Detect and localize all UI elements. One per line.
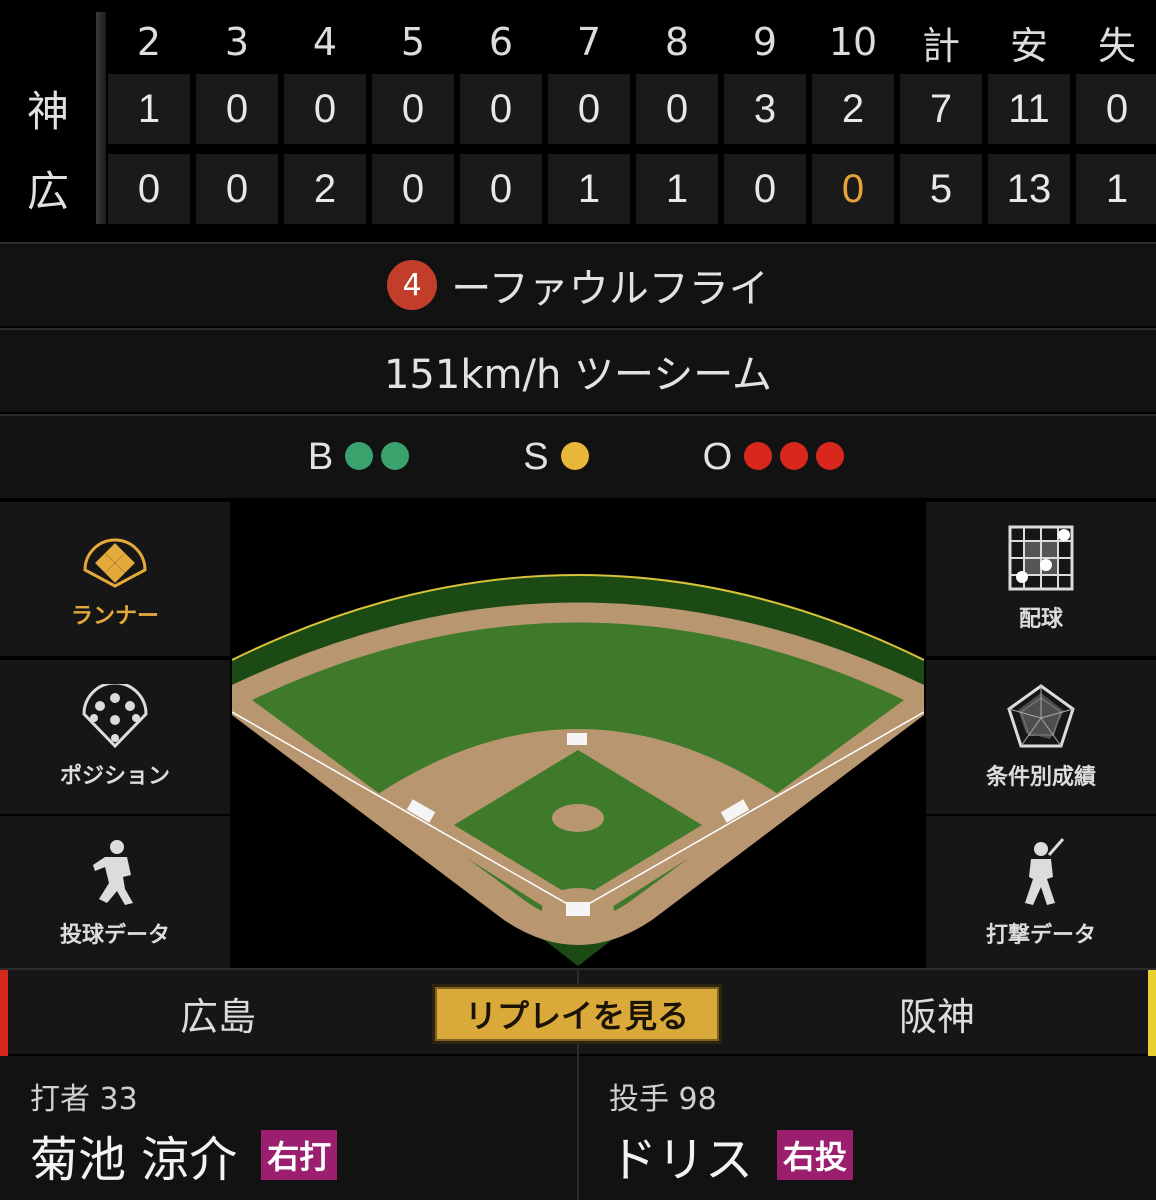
inning-header: 4 (312, 20, 338, 64)
score-cell: 0 (460, 154, 542, 224)
score-cell: 0 (372, 154, 454, 224)
score-cell: 0 (372, 74, 454, 144)
pitch-selection-button[interactable]: 配球 (926, 502, 1156, 656)
score-cell: 0 (724, 154, 806, 224)
score-cell: 1 (636, 154, 718, 224)
batter-name: 菊池 涼介 (30, 1132, 238, 1188)
inning-header: 3 (224, 20, 250, 64)
position-button[interactable]: ポジション (0, 660, 230, 814)
runner-diamond-icon (83, 538, 147, 588)
ball-count: B (308, 434, 413, 480)
inning-header: 6 (488, 20, 514, 64)
pitch-selection-label: 配球 (1018, 607, 1063, 632)
pitching-data-label: 投球データ (59, 923, 170, 948)
inning-header: 安 (1009, 23, 1048, 68)
situational-stats-label: 条件別成績 (985, 765, 1096, 790)
ball-label: B (307, 435, 334, 478)
pitcher-name: ドリス (609, 1132, 754, 1188)
player-info: 打者 33 菊池 涼介 右打 投手 98 ドリス 右投 (0, 1056, 1156, 1200)
score-cell: 5 (900, 154, 982, 224)
inning-header: 8 (664, 20, 690, 64)
score-cell: 0 (636, 74, 718, 144)
score-cell: 3 (724, 74, 806, 144)
score-cell: 0 (108, 154, 190, 224)
batter-icon (1025, 838, 1065, 905)
score-cell: 0 (460, 74, 542, 144)
ball-dot (345, 442, 374, 470)
inning-header: 失 (1097, 23, 1136, 68)
tab-hanshin[interactable]: 阪神 (726, 970, 1148, 1056)
score-cell: 0 (812, 154, 894, 224)
out-label: O (702, 435, 733, 478)
radar-chart-icon (1007, 684, 1075, 748)
pitcher-number: 投手 98 (609, 1082, 717, 1117)
score-cell: 0 (196, 74, 278, 144)
team-abbr-hanshin: 神 (26, 86, 69, 136)
inning-header: 7 (576, 20, 602, 64)
position-number-badge: 4 (387, 260, 438, 310)
baseball-field (231, 500, 925, 966)
batting-data-label: 打撃データ (985, 923, 1096, 948)
pitch-grid-icon (1008, 525, 1074, 591)
scoreboard-divider (96, 12, 106, 224)
score-cell: 13 (988, 154, 1070, 224)
score-cell: 0 (548, 74, 630, 144)
strike-count: S (523, 434, 592, 480)
score-cell: 0 (1076, 74, 1156, 144)
out-dot (816, 442, 845, 470)
batter-panel[interactable]: 打者 33 菊池 涼介 右打 (0, 1056, 577, 1200)
play-result-row: 4 ーファウルフライ (0, 242, 1156, 326)
batter-name-line: 菊池 涼介 右打 (30, 1120, 338, 1190)
inning-header: 9 (752, 20, 778, 64)
batter-number: 打者 33 (30, 1082, 138, 1117)
out-count: O (703, 434, 849, 480)
pitching-data-button[interactable]: 投球データ (0, 816, 230, 970)
pitcher-hand-badge: 右投 (777, 1130, 854, 1180)
score-cell: 1 (1076, 154, 1156, 224)
batter-hand-badge: 右打 (261, 1130, 338, 1180)
runner-label: ランナー (70, 604, 159, 629)
team-abbr-hiroshima: 広 (26, 166, 69, 216)
runner-button[interactable]: ランナー (0, 502, 230, 656)
inning-header: 2 (136, 20, 162, 64)
score-cell: 2 (284, 154, 366, 224)
pitcher-name-line: ドリス 右投 (609, 1120, 854, 1190)
pitch-info-row: 151km/h ツーシーム (0, 328, 1156, 412)
hiroshima-color-bar (0, 970, 8, 1056)
team-tabs: 広島 リプレイを見る 阪神 (0, 968, 1156, 1056)
pitch-info-text: 151km/h ツーシーム (383, 352, 773, 398)
tab-hiroshima[interactable]: 広島 (8, 970, 428, 1056)
inning-header: 10 (828, 20, 878, 64)
replay-button[interactable]: リプレイを見る (432, 984, 722, 1044)
strike-dot (560, 442, 589, 470)
score-cell: 2 (812, 74, 894, 144)
pitcher-panel[interactable]: 投手 98 ドリス 右投 (579, 1056, 1156, 1200)
score-cell: 1 (108, 74, 190, 144)
out-dot (780, 442, 809, 470)
batting-data-button[interactable]: 打撃データ (926, 816, 1156, 970)
scoreboard: 神 広 2 3 4 5 6 7 8 9 10 計安失 1 0 0 0 0 0 0 3 2 7 11 0 0 0 2 0 0 1 1 0 0 5… (0, 0, 1156, 240)
strike-label: S (523, 435, 549, 478)
situational-stats-button[interactable]: 条件別成績 (926, 660, 1156, 814)
ball-dot (381, 442, 410, 470)
score-cell: 11 (988, 74, 1070, 144)
pitcher-icon (93, 840, 133, 905)
out-dot (744, 442, 773, 470)
inning-header: 計 (921, 23, 960, 68)
hanshin-color-bar (1148, 970, 1156, 1056)
inning-header: 5 (400, 20, 426, 64)
play-result-text: ーファウルフライ (451, 266, 769, 312)
score-cell: 1 (548, 154, 630, 224)
score-cell: 0 (196, 154, 278, 224)
position-label: ポジション (59, 764, 170, 789)
score-cell: 7 (900, 74, 982, 144)
position-icon (82, 684, 148, 748)
score-cell: 0 (284, 74, 366, 144)
count-row: B S O (0, 414, 1156, 498)
